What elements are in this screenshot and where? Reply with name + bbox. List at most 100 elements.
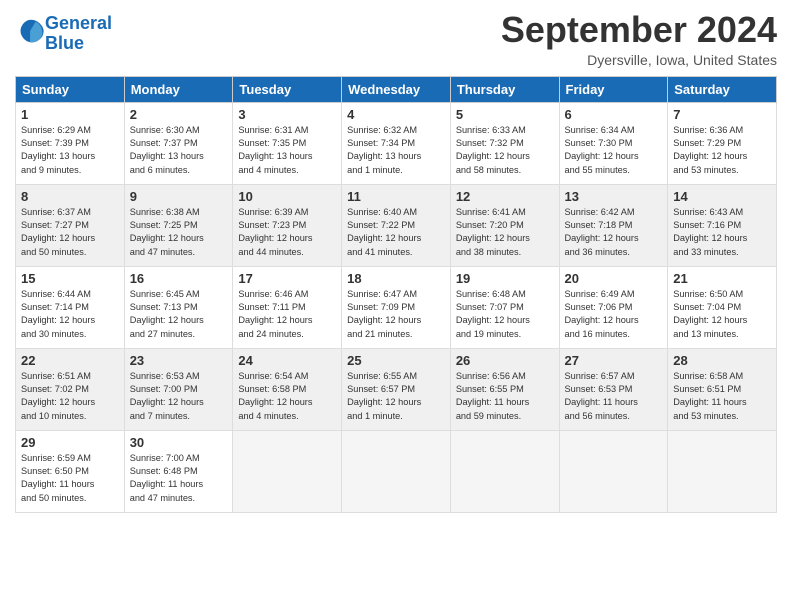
header-row: Sunday Monday Tuesday Wednesday Thursday… xyxy=(16,76,777,102)
cell-text: and 9 minutes. xyxy=(21,164,119,177)
cell-text: Sunrise: 6:30 AM xyxy=(130,124,228,137)
cell-text: and 6 minutes. xyxy=(130,164,228,177)
cell-text: Sunset: 7:23 PM xyxy=(238,219,336,232)
cell-text: Sunset: 7:16 PM xyxy=(673,219,771,232)
calendar-container: General Blue September 2024 Dyersville, … xyxy=(0,0,792,523)
cell-text: and 50 minutes. xyxy=(21,246,119,259)
cell-text: Sunrise: 6:54 AM xyxy=(238,370,336,383)
day-number: 10 xyxy=(238,189,336,204)
cell-text: Sunrise: 6:39 AM xyxy=(238,206,336,219)
table-row: 19Sunrise: 6:48 AMSunset: 7:07 PMDayligh… xyxy=(450,266,559,348)
table-row: 16Sunrise: 6:45 AMSunset: 7:13 PMDayligh… xyxy=(124,266,233,348)
cell-text: and 58 minutes. xyxy=(456,164,554,177)
day-number: 29 xyxy=(21,435,119,450)
day-number: 9 xyxy=(130,189,228,204)
cell-text: Sunset: 7:02 PM xyxy=(21,383,119,396)
cell-text: Sunset: 7:37 PM xyxy=(130,137,228,150)
table-row: 10Sunrise: 6:39 AMSunset: 7:23 PMDayligh… xyxy=(233,184,342,266)
cell-text: Daylight: 12 hours xyxy=(456,314,554,327)
table-row: 28Sunrise: 6:58 AMSunset: 6:51 PMDayligh… xyxy=(668,348,777,430)
day-number: 26 xyxy=(456,353,554,368)
col-saturday: Saturday xyxy=(668,76,777,102)
cell-text: and 1 minute. xyxy=(347,164,445,177)
cell-text: Sunrise: 6:59 AM xyxy=(21,452,119,465)
cell-text: Daylight: 12 hours xyxy=(673,150,771,163)
col-thursday: Thursday xyxy=(450,76,559,102)
cell-text: and 10 minutes. xyxy=(21,410,119,423)
cell-text: Daylight: 12 hours xyxy=(565,314,663,327)
cell-text: and 50 minutes. xyxy=(21,492,119,505)
cell-text: Sunset: 7:35 PM xyxy=(238,137,336,150)
cell-text: Sunset: 6:55 PM xyxy=(456,383,554,396)
cell-text: Daylight: 12 hours xyxy=(130,314,228,327)
cell-text: Daylight: 13 hours xyxy=(347,150,445,163)
cell-text: Sunrise: 6:58 AM xyxy=(673,370,771,383)
col-monday: Monday xyxy=(124,76,233,102)
day-number: 12 xyxy=(456,189,554,204)
cell-text: Daylight: 11 hours xyxy=(565,396,663,409)
cell-text: Sunrise: 6:51 AM xyxy=(21,370,119,383)
cell-text: Sunset: 6:48 PM xyxy=(130,465,228,478)
cell-text: and 44 minutes. xyxy=(238,246,336,259)
location: Dyersville, Iowa, United States xyxy=(501,52,777,68)
calendar-week-row: 15Sunrise: 6:44 AMSunset: 7:14 PMDayligh… xyxy=(16,266,777,348)
table-row: 2Sunrise: 6:30 AMSunset: 7:37 PMDaylight… xyxy=(124,102,233,184)
col-tuesday: Tuesday xyxy=(233,76,342,102)
day-number: 30 xyxy=(130,435,228,450)
cell-text: Sunset: 7:22 PM xyxy=(347,219,445,232)
day-number: 24 xyxy=(238,353,336,368)
cell-text: Sunset: 7:32 PM xyxy=(456,137,554,150)
col-wednesday: Wednesday xyxy=(342,76,451,102)
table-row: 14Sunrise: 6:43 AMSunset: 7:16 PMDayligh… xyxy=(668,184,777,266)
cell-text: and 41 minutes. xyxy=(347,246,445,259)
day-number: 18 xyxy=(347,271,445,286)
cell-text: Sunrise: 6:48 AM xyxy=(456,288,554,301)
cell-text: Sunrise: 6:41 AM xyxy=(456,206,554,219)
cell-text: Sunrise: 6:53 AM xyxy=(130,370,228,383)
day-number: 23 xyxy=(130,353,228,368)
cell-text: Daylight: 12 hours xyxy=(130,396,228,409)
cell-text: and 16 minutes. xyxy=(565,328,663,341)
col-friday: Friday xyxy=(559,76,668,102)
cell-text: Daylight: 13 hours xyxy=(130,150,228,163)
day-number: 16 xyxy=(130,271,228,286)
cell-text: Daylight: 12 hours xyxy=(565,150,663,163)
table-row xyxy=(342,430,451,512)
cell-text: Sunrise: 6:31 AM xyxy=(238,124,336,137)
table-row: 24Sunrise: 6:54 AMSunset: 6:58 PMDayligh… xyxy=(233,348,342,430)
table-row: 29Sunrise: 6:59 AMSunset: 6:50 PMDayligh… xyxy=(16,430,125,512)
cell-text: Sunset: 7:34 PM xyxy=(347,137,445,150)
cell-text: Sunset: 6:53 PM xyxy=(565,383,663,396)
table-row: 9Sunrise: 6:38 AMSunset: 7:25 PMDaylight… xyxy=(124,184,233,266)
table-row: 7Sunrise: 6:36 AMSunset: 7:29 PMDaylight… xyxy=(668,102,777,184)
cell-text: and 59 minutes. xyxy=(456,410,554,423)
cell-text: Sunrise: 6:34 AM xyxy=(565,124,663,137)
cell-text: Sunrise: 6:36 AM xyxy=(673,124,771,137)
cell-text: Sunset: 6:57 PM xyxy=(347,383,445,396)
cell-text: Daylight: 12 hours xyxy=(347,396,445,409)
table-row: 21Sunrise: 6:50 AMSunset: 7:04 PMDayligh… xyxy=(668,266,777,348)
cell-text: and 1 minute. xyxy=(347,410,445,423)
cell-text: Sunrise: 6:56 AM xyxy=(456,370,554,383)
cell-text: Daylight: 11 hours xyxy=(673,396,771,409)
cell-text: Sunset: 7:11 PM xyxy=(238,301,336,314)
table-row: 3Sunrise: 6:31 AMSunset: 7:35 PMDaylight… xyxy=(233,102,342,184)
cell-text: Daylight: 12 hours xyxy=(673,232,771,245)
cell-text: and 4 minutes. xyxy=(238,410,336,423)
cell-text: and 33 minutes. xyxy=(673,246,771,259)
table-row: 5Sunrise: 6:33 AMSunset: 7:32 PMDaylight… xyxy=(450,102,559,184)
day-number: 3 xyxy=(238,107,336,122)
cell-text: Sunset: 7:00 PM xyxy=(130,383,228,396)
table-row: 22Sunrise: 6:51 AMSunset: 7:02 PMDayligh… xyxy=(16,348,125,430)
table-row: 18Sunrise: 6:47 AMSunset: 7:09 PMDayligh… xyxy=(342,266,451,348)
table-row: 13Sunrise: 6:42 AMSunset: 7:18 PMDayligh… xyxy=(559,184,668,266)
day-number: 6 xyxy=(565,107,663,122)
cell-text: and 30 minutes. xyxy=(21,328,119,341)
cell-text: Sunrise: 6:32 AM xyxy=(347,124,445,137)
cell-text: and 27 minutes. xyxy=(130,328,228,341)
day-number: 28 xyxy=(673,353,771,368)
title-section: September 2024 Dyersville, Iowa, United … xyxy=(501,10,777,68)
cell-text: Sunset: 7:20 PM xyxy=(456,219,554,232)
cell-text: Sunrise: 6:43 AM xyxy=(673,206,771,219)
cell-text: Daylight: 12 hours xyxy=(347,314,445,327)
